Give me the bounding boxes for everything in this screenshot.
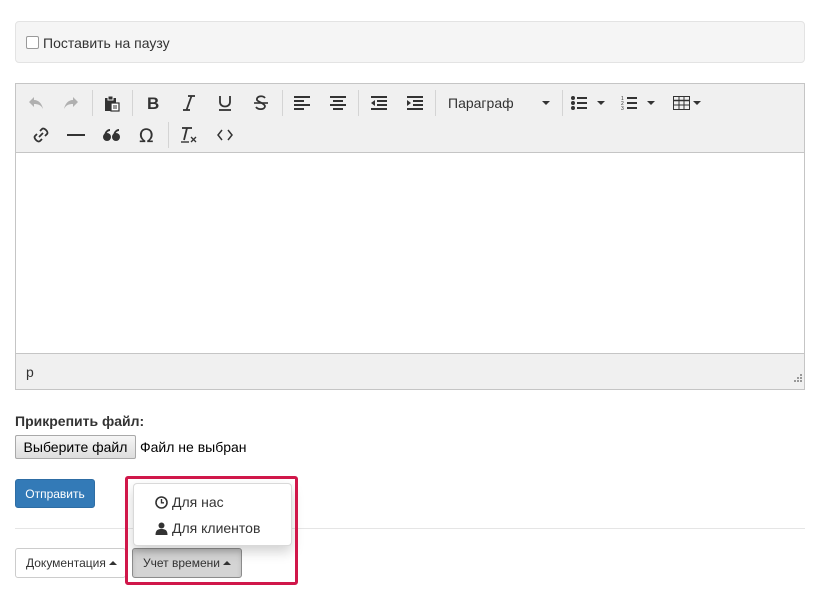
format-select-value: Параграф bbox=[448, 95, 514, 111]
toolbar-separator bbox=[132, 90, 133, 116]
underline-icon[interactable] bbox=[210, 89, 240, 117]
menu-item-label: Для нас bbox=[172, 494, 224, 510]
toolbar-separator bbox=[282, 90, 283, 116]
numbered-list-icon[interactable]: 123 bbox=[617, 89, 661, 117]
time-tracking-button-label: Учет времени bbox=[143, 556, 220, 570]
toolbar-separator bbox=[92, 90, 93, 116]
outdent-icon[interactable] bbox=[364, 89, 394, 117]
user-icon bbox=[154, 521, 168, 535]
pause-label[interactable]: Поставить на паузу bbox=[43, 35, 170, 51]
table-icon[interactable] bbox=[670, 89, 706, 117]
caret-up-icon bbox=[222, 561, 231, 565]
editor-toolbar: B Параграф 1 2 3 Ω bbox=[16, 84, 804, 153]
file-status-text: Файл не выбран bbox=[140, 439, 247, 455]
attach-file-label: Прикрепить файл: bbox=[15, 413, 145, 429]
menu-item-for-us[interactable]: Для нас bbox=[134, 490, 291, 514]
align-left-icon[interactable] bbox=[287, 89, 317, 117]
send-button[interactable]: Отправить bbox=[15, 479, 95, 508]
resize-handle-icon[interactable] bbox=[792, 369, 802, 387]
svg-text:3: 3 bbox=[621, 106, 624, 111]
menu-item-for-clients[interactable]: Для клиентов bbox=[134, 516, 291, 540]
bold-icon[interactable]: B bbox=[138, 89, 168, 117]
svg-text:Ω: Ω bbox=[139, 126, 154, 144]
blockquote-icon[interactable] bbox=[97, 121, 127, 149]
documentation-button[interactable]: Документация bbox=[15, 548, 126, 578]
format-select[interactable]: Параграф bbox=[443, 89, 555, 117]
paste-icon[interactable] bbox=[97, 89, 127, 117]
time-tracking-menu: Для нас Для клиентов bbox=[133, 483, 292, 546]
toolbar-separator bbox=[562, 90, 563, 116]
bullet-list-icon[interactable] bbox=[567, 89, 611, 117]
choose-file-button[interactable]: Выберите файл bbox=[15, 435, 136, 459]
svg-text:B: B bbox=[147, 95, 159, 111]
special-char-icon[interactable]: Ω bbox=[133, 121, 163, 149]
strikethrough-icon[interactable] bbox=[246, 89, 276, 117]
menu-item-label: Для клиентов bbox=[172, 520, 261, 536]
align-center-icon[interactable] bbox=[323, 89, 353, 117]
time-tracking-button[interactable]: Учет времени bbox=[132, 548, 242, 578]
rich-text-editor: B Параграф 1 2 3 Ω p bbox=[15, 83, 805, 390]
undo-icon[interactable] bbox=[21, 89, 51, 117]
pause-checkbox[interactable] bbox=[26, 36, 39, 49]
element-path[interactable]: p bbox=[26, 364, 34, 380]
link-icon[interactable] bbox=[26, 121, 56, 149]
toolbar-separator bbox=[168, 122, 169, 148]
clear-format-icon[interactable] bbox=[174, 121, 204, 149]
editor-statusbar: p bbox=[16, 353, 804, 389]
editor-content-area[interactable] bbox=[16, 154, 804, 353]
pause-panel: Поставить на паузу bbox=[15, 21, 805, 63]
toolbar-separator bbox=[435, 90, 436, 116]
indent-icon[interactable] bbox=[400, 89, 430, 117]
documentation-button-label: Документация bbox=[26, 556, 106, 570]
caret-up-icon bbox=[108, 561, 117, 565]
italic-icon[interactable] bbox=[174, 89, 204, 117]
toolbar-separator bbox=[358, 90, 359, 116]
code-icon[interactable] bbox=[210, 121, 240, 149]
chevron-down-icon bbox=[542, 101, 550, 105]
redo-icon[interactable] bbox=[56, 89, 86, 117]
horizontal-rule-icon[interactable] bbox=[61, 121, 91, 149]
clock-icon bbox=[154, 495, 168, 509]
